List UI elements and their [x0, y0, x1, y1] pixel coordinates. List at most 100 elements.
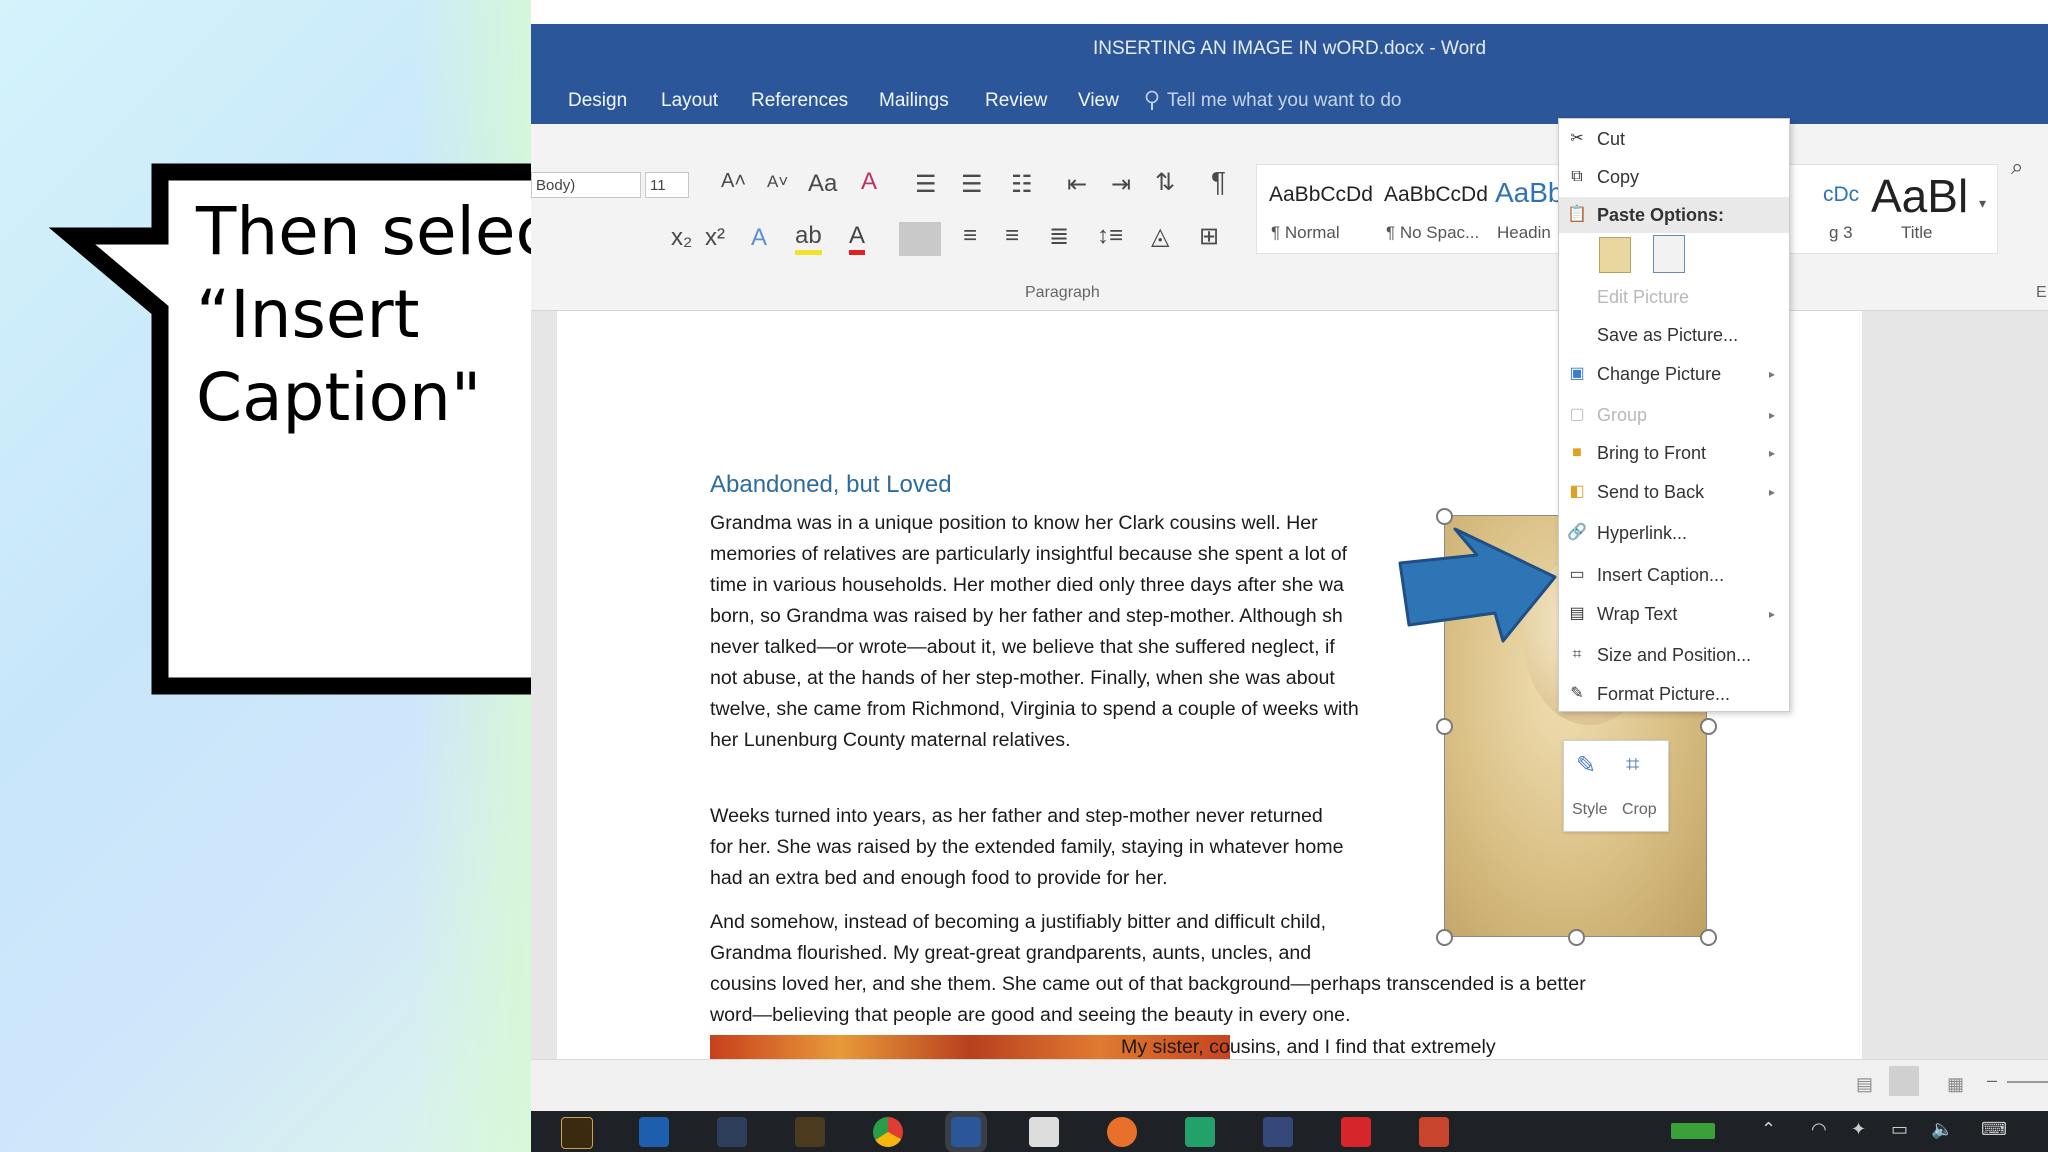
paragraph-2[interactable]: Weeks turned into years, as her father a…	[710, 801, 1344, 894]
font-color-icon[interactable]: A	[849, 222, 866, 255]
menu-item-copy[interactable]: ⧉ Copy	[1559, 159, 1789, 195]
tab-references[interactable]: References	[751, 90, 848, 112]
taskbar: ⌃ ◠ ✦ ▭ 🔈 ⌨	[531, 1111, 2048, 1152]
bullets-icon[interactable]: ☰	[915, 170, 937, 199]
tell-me-search[interactable]: Tell me what you want to do	[1167, 90, 1401, 112]
bridge-icon[interactable]	[561, 1117, 593, 1149]
menu-item-hyperlink[interactable]: 🔗 Hyperlink...	[1559, 515, 1789, 551]
change-case-icon[interactable]: Aa	[808, 170, 837, 198]
app-icon[interactable]	[1185, 1117, 1215, 1147]
multilevel-list-icon[interactable]: ☷	[1011, 170, 1033, 199]
scissors-icon: ✂	[1570, 130, 1584, 147]
menu-item-format-picture[interactable]: ✎ Format Picture...	[1559, 676, 1789, 712]
line-spacing-icon[interactable]: ↕≡	[1097, 222, 1123, 250]
app-icon[interactable]	[1341, 1117, 1371, 1147]
highlight-icon[interactable]: ab	[795, 222, 822, 255]
crop-button-label[interactable]: Crop	[1622, 801, 1657, 819]
outlook-icon[interactable]	[639, 1117, 669, 1147]
wifi-icon[interactable]: ◠	[1811, 1119, 1827, 1140]
dropbox-icon[interactable]: ✦	[1851, 1119, 1866, 1140]
resize-handle-bottom-left[interactable]	[1436, 929, 1453, 946]
font-name-box[interactable]: Body)	[531, 172, 641, 198]
chrome-icon[interactable]	[873, 1117, 903, 1147]
resize-handle-top-left[interactable]	[1436, 508, 1453, 525]
bring-front-icon: ■	[1572, 444, 1582, 461]
resize-handle-bottom-right[interactable]	[1700, 929, 1717, 946]
menu-item-edit-picture: Edit Picture	[1597, 287, 1690, 307]
shrink-font-icon[interactable]: A˅	[767, 172, 788, 192]
menu-item-wrap-text[interactable]: ▤ Wrap Text ▸	[1559, 596, 1789, 632]
shading-icon[interactable]: ◬	[1151, 222, 1169, 251]
size-position-icon: ⌗	[1572, 646, 1582, 663]
style-normal-sample[interactable]: AaBbCcDd	[1269, 183, 1373, 207]
resize-handle-middle-right[interactable]	[1700, 718, 1717, 735]
picture-style-icon[interactable]: ✎	[1576, 751, 1596, 780]
style-title-sample[interactable]: AaBl	[1871, 169, 1968, 223]
font-size-box[interactable]: 11	[645, 172, 689, 198]
battery-icon[interactable]	[1671, 1123, 1715, 1139]
paste-picture-icon[interactable]	[1653, 235, 1685, 273]
menu-item-insert-caption[interactable]: ▭ Insert Caption...	[1559, 557, 1789, 593]
align-left-icon[interactable]	[899, 222, 941, 256]
submenu-arrow-icon: ▸	[1768, 367, 1775, 381]
justify-icon[interactable]: ≣	[1049, 222, 1069, 251]
subscript-icon[interactable]: x₂	[671, 224, 692, 252]
menu-item-bring-to-front[interactable]: ■ Bring to Front ▸	[1559, 435, 1789, 471]
align-right-icon[interactable]: ≡	[1005, 222, 1019, 250]
style-button-label[interactable]: Style	[1572, 801, 1608, 819]
word-icon[interactable]	[951, 1117, 981, 1147]
style-nospacing-name: ¶ No Spac...	[1386, 223, 1480, 242]
styles-more-icon[interactable]: ▾	[1979, 195, 1986, 212]
crop-icon[interactable]: ⌗	[1626, 751, 1640, 779]
style-nospacing-sample[interactable]: AaBbCcDd	[1384, 183, 1488, 207]
find-icon[interactable]: ⌕	[2011, 154, 2023, 180]
menu-item-cut[interactable]: ✂ Cut	[1559, 121, 1789, 157]
zoom-slider[interactable]	[2007, 1081, 2048, 1083]
app-icon[interactable]	[1029, 1117, 1059, 1147]
chevron-up-icon[interactable]: ⌃	[1761, 1119, 1776, 1140]
borders-icon[interactable]: ⊞	[1199, 222, 1219, 251]
web-layout-icon[interactable]: ▦	[1947, 1074, 1964, 1095]
editing-group-label: E	[2036, 284, 2047, 301]
read-mode-icon[interactable]: ▤	[1856, 1074, 1873, 1095]
wrap-text-icon: ▤	[1569, 605, 1585, 622]
menu-item-change-picture[interactable]: ▣ Change Picture ▸	[1559, 356, 1789, 392]
zoom-out-icon[interactable]: –	[1987, 1070, 1997, 1091]
paragraph-1[interactable]: Grandma was in a unique position to know…	[710, 508, 1359, 756]
style-heading1-sample[interactable]: AaBb	[1495, 177, 1564, 209]
style-heading3-sample[interactable]: cDc	[1823, 183, 1859, 207]
increase-indent-icon[interactable]: ⇥	[1111, 170, 1131, 199]
menu-item-size-position[interactable]: ⌗ Size and Position...	[1559, 637, 1789, 673]
clear-formatting-icon[interactable]: A	[861, 168, 877, 196]
tab-layout[interactable]: Layout	[661, 90, 718, 112]
tab-mailings[interactable]: Mailings	[879, 90, 949, 112]
app-icon[interactable]	[795, 1117, 825, 1147]
pilcrow-icon[interactable]: ¶	[1211, 166, 1226, 198]
menu-item-send-to-back[interactable]: ◧ Send to Back ▸	[1559, 474, 1789, 510]
status-bar: ▤ ▦ –	[531, 1059, 2048, 1112]
powerpoint-icon[interactable]	[1419, 1117, 1449, 1147]
app-icon[interactable]	[1263, 1117, 1293, 1147]
keyboard-icon[interactable]: ⌨	[1981, 1119, 2007, 1140]
sort-icon[interactable]: ⇅	[1155, 168, 1175, 197]
volume-icon[interactable]: 🔈	[1931, 1119, 1953, 1140]
send-back-icon: ◧	[1569, 483, 1585, 500]
paste-keep-formatting-icon[interactable]	[1599, 237, 1631, 273]
tray-icon[interactable]: ▭	[1891, 1119, 1908, 1140]
text-effects-icon[interactable]: A	[751, 224, 767, 252]
decrease-indent-icon[interactable]: ⇤	[1067, 170, 1087, 199]
document-heading[interactable]: Abandoned, but Loved	[710, 471, 952, 499]
menu-item-save-as-picture[interactable]: Save as Picture...	[1559, 317, 1789, 353]
resize-handle-middle-left[interactable]	[1436, 718, 1453, 735]
tab-design[interactable]: Design	[568, 90, 627, 112]
align-center-icon[interactable]: ≡	[963, 222, 977, 250]
superscript-icon[interactable]: x²	[705, 224, 725, 252]
tab-view[interactable]: View	[1078, 90, 1119, 112]
tab-review[interactable]: Review	[985, 90, 1047, 112]
print-layout-icon[interactable]	[1889, 1066, 1919, 1096]
numbering-icon[interactable]: ☰	[961, 170, 983, 199]
grow-font-icon[interactable]: A˄	[721, 170, 746, 193]
resize-handle-bottom-middle[interactable]	[1568, 929, 1585, 946]
firefox-icon[interactable]	[1107, 1117, 1137, 1147]
app-icon[interactable]	[717, 1117, 747, 1147]
